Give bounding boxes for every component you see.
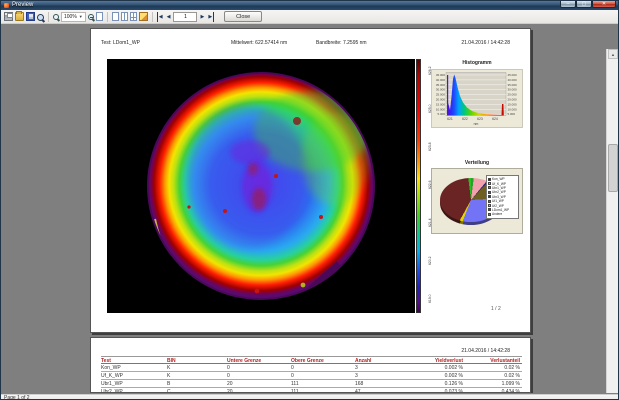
datetime-label: 21.04.2016 / 14:42:28 xyxy=(461,348,510,354)
mittelwert-label: Mittelwert: 622.57414 nm xyxy=(231,40,287,46)
toolbar-separator xyxy=(152,12,153,22)
svg-text:20.000: 20.000 xyxy=(508,98,518,102)
histogram-title: Histogramm xyxy=(431,60,523,66)
svg-text:30.000: 30.000 xyxy=(436,88,446,92)
vertical-scroll-thumb[interactable] xyxy=(608,144,618,192)
toolbar: 100% ▼ ◀ ◀ ▶ ▶ Close xyxy=(1,10,618,24)
svg-text:nm: nm xyxy=(474,122,479,126)
svg-text:15.000: 15.000 xyxy=(436,102,446,106)
preview-window: Preview – ▢ ✕ 100% ▼ ◀ ◀ ▶ ▶ Close xyxy=(0,0,619,400)
four-pages-icon[interactable] xyxy=(130,12,137,21)
print-icon[interactable] xyxy=(4,12,13,21)
close-preview-button[interactable]: Close xyxy=(224,11,262,22)
app-icon xyxy=(4,3,9,8)
svg-text:5.000: 5.000 xyxy=(437,112,445,116)
next-page-button[interactable]: ▶ xyxy=(199,12,205,22)
close-window-button[interactable]: ✕ xyxy=(592,1,616,8)
svg-text:35.000: 35.000 xyxy=(508,83,518,87)
svg-text:25.000: 25.000 xyxy=(508,93,518,97)
svg-text:621: 621 xyxy=(447,117,453,121)
minimize-button[interactable]: – xyxy=(560,1,576,8)
zoom-out-icon[interactable] xyxy=(88,14,94,20)
svg-text:45.000: 45.000 xyxy=(436,73,446,77)
svg-text:30.000: 30.000 xyxy=(508,88,518,92)
fit-page-icon[interactable] xyxy=(96,12,103,21)
datetime-label: 21.04.2016 / 14:42:28 xyxy=(461,40,510,46)
scroll-up-icon[interactable]: ▲ xyxy=(608,49,618,59)
save-icon[interactable] xyxy=(26,12,35,21)
svg-text:10.000: 10.000 xyxy=(508,107,518,111)
svg-text:40.000: 40.000 xyxy=(436,78,446,82)
svg-text:40.000: 40.000 xyxy=(508,78,518,82)
toolbar-separator xyxy=(48,12,49,22)
wafer-map xyxy=(107,59,415,313)
last-page-button[interactable]: ▶ xyxy=(207,12,214,22)
page-setup-icon[interactable] xyxy=(139,12,148,21)
table-body: Kon_WPK0030.002 %0.02 %Uf_K_WPK0030.002 … xyxy=(101,364,522,393)
svg-text:623: 623 xyxy=(477,117,483,121)
histogram-chart: 45.00045.00040.00040.00035.00035.00030.0… xyxy=(431,69,523,128)
svg-text:35.000: 35.000 xyxy=(436,83,446,87)
preview-content: Test: LDom1_WP Mittelwert: 622.57414 nm … xyxy=(1,25,618,393)
report-page-2: 21.04.2016 / 14:42:28 TestBINUntere Gren… xyxy=(90,337,531,393)
prev-page-button[interactable]: ◀ xyxy=(166,12,172,22)
table-row: Ubr2_WPC20111470.073 %0.434 % xyxy=(101,388,522,393)
page-indicator: 1 / 2 xyxy=(491,306,501,312)
pie-legend: Kon_WPUf_K_WPUbr1_WPUbr2_WPUbr3_WPUf1_WP… xyxy=(486,175,519,219)
legend-item: Andere xyxy=(488,212,517,216)
first-page-button[interactable]: ◀ xyxy=(157,12,164,22)
svg-text:624: 624 xyxy=(492,117,498,121)
status-text: Page 1 of 2 xyxy=(1,395,618,400)
zoom-icon[interactable] xyxy=(53,14,59,20)
titlebar: Preview – ▢ ✕ xyxy=(1,1,618,10)
open-icon[interactable] xyxy=(15,12,24,21)
svg-text:15.000: 15.000 xyxy=(508,102,518,106)
table-header: TestBINUntere GrenzeObere GrenzeAnzahlYi… xyxy=(101,356,522,364)
svg-text:622: 622 xyxy=(462,117,468,121)
maximize-button[interactable]: ▢ xyxy=(576,1,592,8)
table-row: Uf_K_WPK0030.002 %0.02 % xyxy=(101,372,522,380)
chevron-down-icon: ▼ xyxy=(79,14,83,19)
verteilung-chart: Kon_WPUf_K_WPUbr1_WPUbr2_WPUbr3_WPUf1_WP… xyxy=(431,168,523,234)
svg-text:20.000: 20.000 xyxy=(436,98,446,102)
colorbar-ticks: 626.2625.0623.8622.6621.4620.2619.0 xyxy=(422,59,430,313)
find-icon[interactable] xyxy=(37,14,44,21)
svg-text:5.000: 5.000 xyxy=(508,112,516,116)
wafer-colorbar xyxy=(416,59,421,313)
table-row: Kon_WPK0030.002 %0.02 % xyxy=(101,364,522,372)
bandbreite-label: Bandbreite: 7.2595 nm xyxy=(316,40,367,46)
svg-text:45.000: 45.000 xyxy=(508,73,518,77)
zoom-select[interactable]: 100% ▼ xyxy=(61,12,86,22)
zoom-value: 100% xyxy=(64,14,77,20)
svg-text:25.000: 25.000 xyxy=(436,93,446,97)
statusbar: Page 1 of 2 xyxy=(1,394,618,400)
single-page-icon[interactable] xyxy=(112,12,119,21)
window-title: Preview xyxy=(12,1,33,10)
vertical-scrollbar[interactable]: ▲ ▼ xyxy=(606,49,618,393)
two-pages-icon[interactable] xyxy=(121,12,128,21)
verteilung-title: Verteilung xyxy=(431,160,523,166)
svg-text:10.000: 10.000 xyxy=(436,107,446,111)
test-label: Test: LDom1_WP xyxy=(101,40,140,46)
report-page-1: Test: LDom1_WP Mittelwert: 622.57414 nm … xyxy=(90,28,531,333)
results-table: TestBINUntere GrenzeObere GrenzeAnzahlYi… xyxy=(101,356,522,393)
toolbar-separator xyxy=(107,12,108,22)
table-row: Ubr1_WPB201111680.126 %1.099 % xyxy=(101,380,522,388)
page-number-input[interactable] xyxy=(173,12,197,22)
